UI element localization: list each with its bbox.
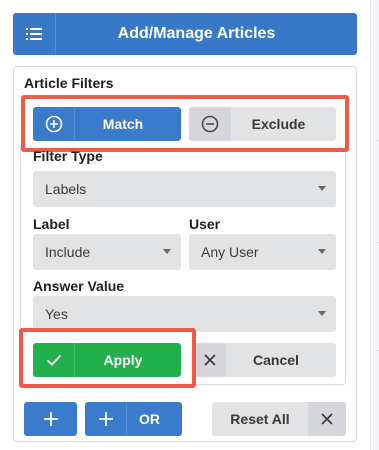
add-manage-articles-button[interactable]: Add/Manage Articles (13, 13, 357, 55)
add-filter-button[interactable] (24, 402, 77, 436)
filter-type-label: Filter Type (33, 148, 103, 164)
cancel-button[interactable]: Cancel (194, 343, 336, 377)
caret-down-icon (318, 249, 326, 254)
answer-value: Yes (45, 306, 68, 322)
adjacent-panel-edge (370, 0, 379, 450)
caret-down-icon (318, 311, 326, 316)
user-field-label: User (189, 216, 221, 232)
label-field-label: Label (33, 216, 70, 232)
match-exclude-highlight (21, 95, 349, 152)
article-filters-title: Article Filters (24, 75, 114, 91)
reset-all-label: Reset All (230, 411, 290, 427)
label-value: Include (45, 244, 91, 260)
add-or-filter-button[interactable]: OR (85, 402, 182, 436)
user-value: Any User (201, 244, 259, 260)
plus-icon (43, 412, 58, 426)
label-select[interactable]: Include (33, 234, 181, 270)
filter-type-value: Labels (45, 181, 87, 197)
answer-value-select[interactable]: Yes (33, 296, 336, 332)
or-label: OR (139, 411, 160, 427)
reset-all-button[interactable]: Reset All (212, 402, 346, 436)
header-title: Add/Manage Articles (117, 25, 276, 42)
filter-type-select[interactable]: Labels (33, 171, 336, 207)
apply-highlight (19, 328, 196, 388)
caret-down-icon (163, 249, 171, 254)
plus-icon (85, 402, 127, 436)
close-icon (308, 402, 346, 436)
close-icon (194, 343, 226, 377)
list-icon (13, 13, 56, 55)
cancel-label: Cancel (253, 352, 299, 368)
user-select[interactable]: Any User (189, 234, 336, 270)
answer-value-label: Answer Value (33, 278, 125, 294)
caret-down-icon (318, 186, 326, 191)
